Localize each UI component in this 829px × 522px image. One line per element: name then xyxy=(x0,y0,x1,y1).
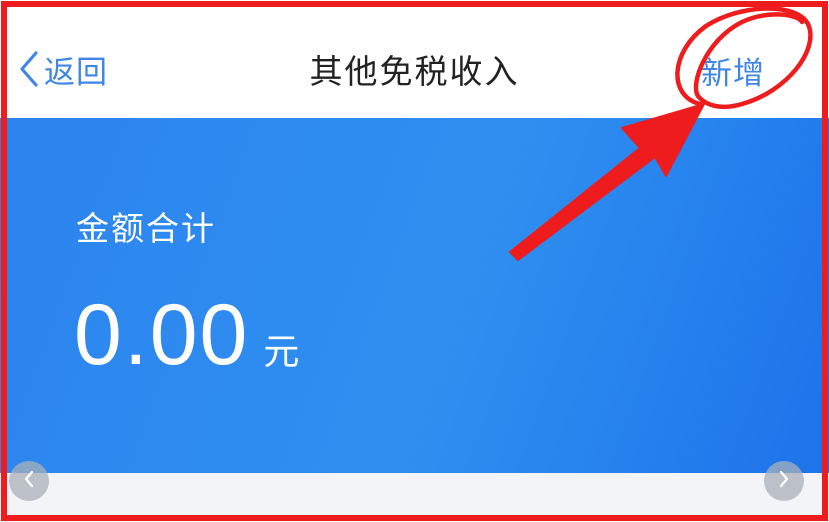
navigation-bar: 返回 其他免税收入 新增 xyxy=(0,0,829,118)
add-button[interactable]: 新增 xyxy=(701,48,765,93)
carousel-next-button[interactable] xyxy=(764,461,804,501)
page-title: 其他免税收入 xyxy=(309,52,520,91)
chevron-right-icon xyxy=(777,470,791,492)
back-label: 返回 xyxy=(44,54,108,91)
amount-unit: 元 xyxy=(263,332,300,373)
chevron-left-icon xyxy=(22,470,36,492)
summary-card: 金额合计 0.00 元 xyxy=(0,118,829,473)
content-area xyxy=(0,473,829,522)
carousel-prev-button[interactable] xyxy=(9,461,49,501)
amount-value: 0.00 xyxy=(74,287,250,383)
screenshot-stage: 返回 其他免税收入 新增 金额合计 0.00 元 xyxy=(0,0,829,522)
back-button[interactable]: 返回 xyxy=(18,47,108,91)
summary-label: 金额合计 xyxy=(76,209,216,248)
summary-amount: 0.00 元 xyxy=(74,286,299,385)
chevron-left-icon xyxy=(18,50,40,88)
